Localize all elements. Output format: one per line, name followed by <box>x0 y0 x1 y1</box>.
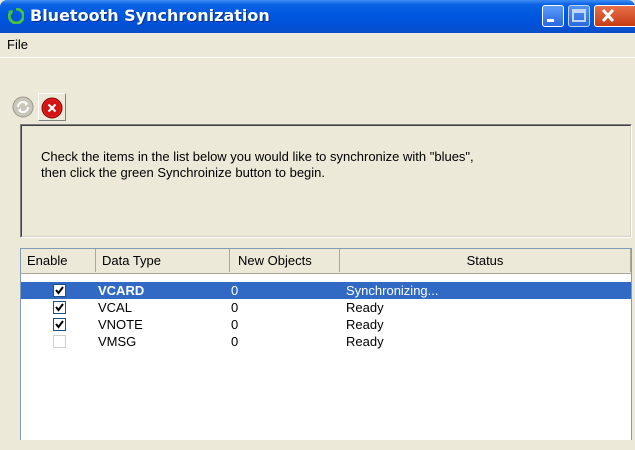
instructions-line-2: then click the green Synchroinize button… <box>41 165 326 180</box>
instructions-line-1: Check the items in the list below you wo… <box>41 149 474 164</box>
instructions-panel: Check the items in the list below you wo… <box>20 124 632 238</box>
column-header-status[interactable]: Status <box>340 249 631 272</box>
stop-icon <box>41 97 63 119</box>
new-objects-cell: 0 <box>231 300 239 315</box>
new-objects-cell: 0 <box>231 283 239 298</box>
status-cell: Ready <box>346 317 384 332</box>
app-window: Bluetooth Synchronization File Check the… <box>0 0 635 450</box>
data-type-cell: VCAL <box>98 300 132 315</box>
status-cell: Ready <box>346 300 384 315</box>
new-objects-cell: 0 <box>231 334 239 349</box>
status-cell: Synchronizing... <box>346 283 439 298</box>
window-title: Bluetooth Synchronization <box>30 6 270 25</box>
status-strip <box>0 440 635 450</box>
table-row[interactable]: VCAL 0 Ready <box>21 299 631 316</box>
maximize-button[interactable] <box>568 5 590 27</box>
enable-checkbox[interactable] <box>53 318 66 331</box>
menu-file[interactable]: File <box>7 37 28 52</box>
close-button[interactable] <box>594 5 635 27</box>
minimize-button[interactable] <box>542 5 564 27</box>
menu-bar: File <box>0 33 635 57</box>
enable-checkbox[interactable] <box>53 301 66 314</box>
status-cell: Ready <box>346 334 384 349</box>
enable-checkbox[interactable] <box>53 335 66 348</box>
toolbar <box>0 57 635 121</box>
instructions-text: Check the items in the list below you wo… <box>41 149 621 181</box>
table-row[interactable]: VMSG 0 Ready <box>21 333 631 350</box>
data-type-cell: VNOTE <box>98 317 143 332</box>
column-header-data-type[interactable]: Data Type <box>96 249 230 272</box>
table-row[interactable]: VNOTE 0 Ready <box>21 316 631 333</box>
enable-checkbox[interactable] <box>53 284 66 297</box>
synchronize-button[interactable] <box>9 93 37 121</box>
data-type-cell: VMSG <box>98 334 137 349</box>
column-header-enable[interactable]: Enable <box>21 249 96 272</box>
data-type-cell: VCARD <box>98 283 145 298</box>
column-header-new-objects[interactable]: New Objects <box>230 249 340 272</box>
data-type-list[interactable]: Enable Data Type New Objects Status VCAR… <box>20 248 632 450</box>
title-bar[interactable]: Bluetooth Synchronization <box>0 0 635 33</box>
list-header: Enable Data Type New Objects Status <box>21 249 631 274</box>
instructions-panel-border <box>21 125 631 237</box>
bluetooth-sync-icon <box>7 7 25 25</box>
sync-icon <box>12 96 34 118</box>
table-row[interactable]: VCARD 0 Synchronizing... <box>21 282 631 299</box>
stop-button[interactable] <box>38 93 66 121</box>
new-objects-cell: 0 <box>231 317 239 332</box>
